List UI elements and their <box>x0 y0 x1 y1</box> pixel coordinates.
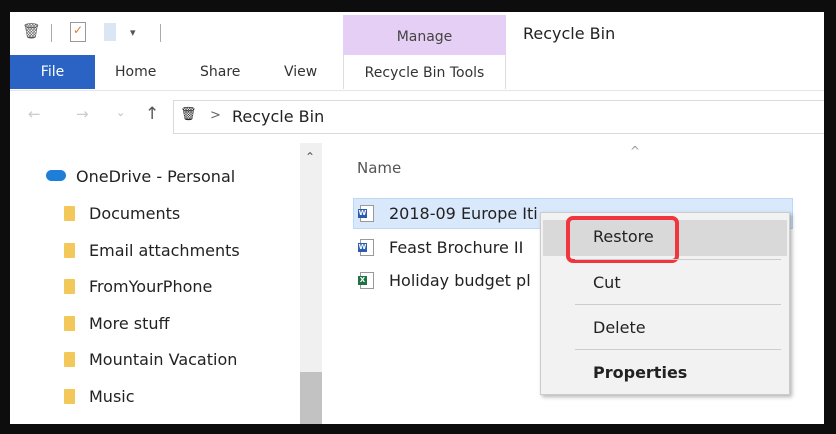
up-button[interactable]: ↑ <box>145 104 159 124</box>
word-file-icon: W <box>358 205 374 222</box>
address-bar[interactable]: 🗑 > Recycle Bin <box>173 100 824 134</box>
scroll-up-icon[interactable]: ⌃ <box>305 150 315 164</box>
folder-icon <box>64 243 75 258</box>
divider <box>10 90 824 91</box>
file-item[interactable]: Holiday budget pl <box>389 271 531 290</box>
back-button[interactable]: ← <box>28 105 41 123</box>
divider <box>160 24 161 42</box>
tab-view[interactable]: View <box>284 64 317 80</box>
divider <box>51 24 52 42</box>
nav-item-onedrive[interactable]: OneDrive - Personal <box>76 167 235 186</box>
menu-item-properties[interactable]: Properties <box>593 363 687 382</box>
folder-icon <box>64 389 75 404</box>
excel-file-icon: X <box>358 272 374 289</box>
nav-item-fromyourphone[interactable]: FromYourPhone <box>89 277 212 296</box>
tab-file[interactable]: File <box>10 55 95 89</box>
properties-quick-icon[interactable]: ✓ <box>70 22 86 42</box>
recycle-bin-icon: 🗑 <box>180 107 197 122</box>
nav-item-email-attachments[interactable]: Email attachments <box>89 241 240 260</box>
folder-icon <box>64 206 75 221</box>
nav-item-mountain-vacation[interactable]: Mountain Vacation <box>89 350 237 369</box>
nav-item-documents[interactable]: Documents <box>89 204 180 223</box>
tab-share[interactable]: Share <box>200 64 240 80</box>
sort-ascending-icon: ^ <box>630 144 641 158</box>
menu-separator <box>575 349 781 350</box>
column-header-name[interactable]: Name <box>357 159 401 177</box>
forward-button[interactable]: → <box>76 105 89 123</box>
file-item[interactable]: 2018-09 Europe Iti <box>389 204 538 223</box>
menu-separator <box>575 304 781 305</box>
recycle-bin-icon: 🗑 <box>22 22 42 40</box>
nav-item-music[interactable]: Music <box>89 387 135 406</box>
customize-quick-access-icon[interactable]: ▾ <box>130 26 136 39</box>
window-title: Recycle Bin <box>523 24 616 43</box>
word-file-icon: W <box>358 239 374 256</box>
breadcrumb-separator: > <box>210 108 221 123</box>
nav-item-more-stuff[interactable]: More stuff <box>89 314 170 333</box>
new-folder-quick-icon[interactable] <box>104 23 116 41</box>
folder-icon <box>64 352 75 367</box>
folder-icon <box>64 316 75 331</box>
file-explorer-window: 🗑 ✓ ▾ Manage Recycle Bin File Home Share… <box>10 12 824 424</box>
breadcrumb-recycle-bin[interactable]: Recycle Bin <box>232 107 324 126</box>
menu-item-delete[interactable]: Delete <box>593 318 646 337</box>
manage-label: Manage <box>343 15 506 55</box>
cloud-icon <box>46 170 66 181</box>
menu-item-cut[interactable]: Cut <box>593 273 621 292</box>
menu-item-restore[interactable]: Restore <box>593 227 654 246</box>
folder-icon <box>64 279 75 294</box>
recent-locations-button[interactable]: ⌄ <box>116 106 125 119</box>
scrollbar-thumb[interactable] <box>300 372 322 424</box>
file-item[interactable]: Feast Brochure II <box>389 238 523 257</box>
tab-home[interactable]: Home <box>115 64 156 80</box>
context-menu: Restore Cut Delete Properties <box>540 212 790 395</box>
tab-recycle-bin-tools[interactable]: Recycle Bin Tools <box>343 55 506 89</box>
menu-separator <box>575 259 781 260</box>
